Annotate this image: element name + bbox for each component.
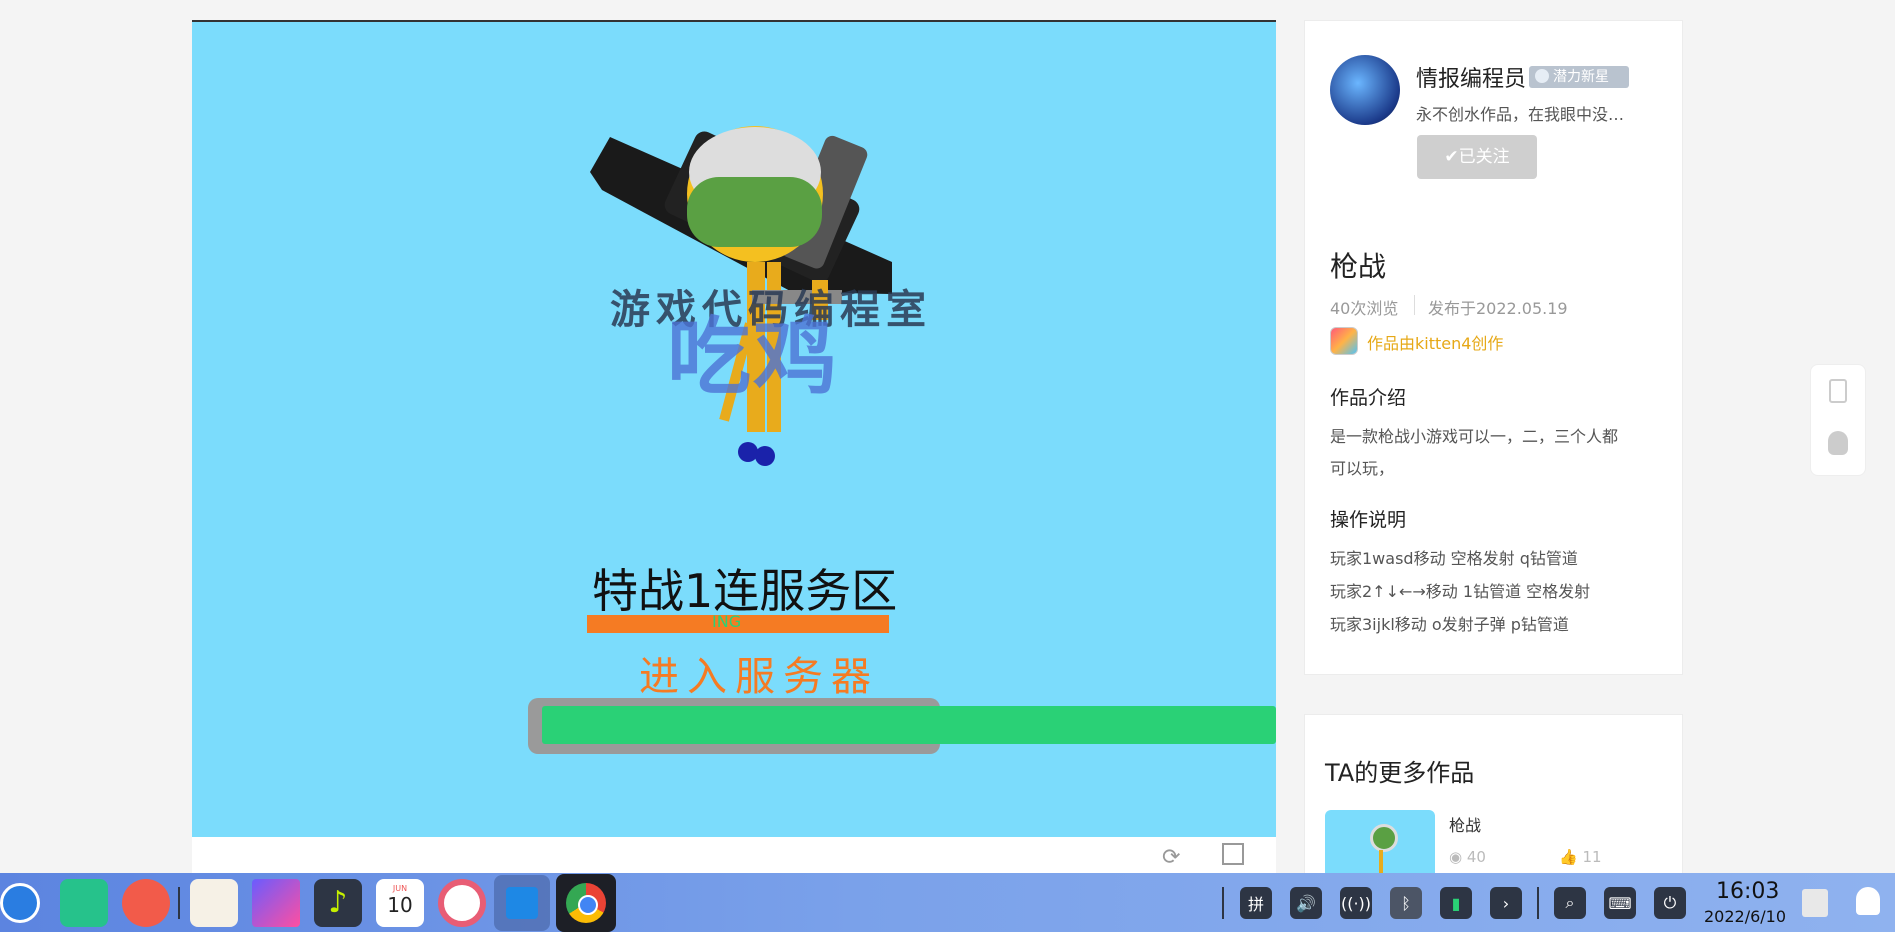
made-with-link[interactable]: 作品由kitten4创作 [1367,330,1503,354]
shield-icon [1535,69,1549,83]
clock-date[interactable]: 2022/6/10 [1704,907,1786,926]
tray-divider-2 [1537,887,1539,919]
game-stage[interactable]: 游戏代码编程室 吃鸡 特战1连服务区 ING 进入服务器 [192,20,1276,839]
image-viewer-icon[interactable] [190,879,238,927]
trash-icon[interactable] [1802,889,1828,917]
ime-indicator[interactable]: 拼 [1240,887,1272,919]
game-character-art [528,126,1276,754]
view-count: 40次浏览 [1330,299,1399,318]
battery-icon[interactable]: ▮ [1440,887,1472,919]
more-work-views: ◉ 40 [1449,848,1486,866]
kitten-icon [1330,327,1358,355]
enter-server-button[interactable]: 进入服务器 [639,644,879,702]
follow-button[interactable]: ✔已关注 [1417,135,1537,179]
progress-fill [542,706,1276,744]
qq-icon[interactable] [1828,431,1848,455]
more-work-likes-value: 11 [1582,848,1602,866]
volume-icon[interactable]: 🔊 [1290,887,1322,919]
calendar-icon[interactable]: JUN 10 [376,879,424,927]
server-status: ING [712,612,742,631]
meta-divider [1414,295,1415,315]
vscode-icon[interactable] [494,875,550,931]
character-foot-right [755,446,775,466]
music-player-icon[interactable]: ♪ [314,879,362,927]
controls-heading: 操作说明 [1330,509,1407,531]
thumbs-up-icon: 👍 [1559,848,1578,866]
chevron-right-icon[interactable]: › [1490,887,1522,919]
character-visor [687,177,822,247]
keyboard-icon[interactable]: ⌨ [1604,887,1636,919]
follow-button-label: 已关注 [1458,147,1510,167]
notification-bell-icon[interactable] [1856,887,1880,915]
watermark-big: 吃鸡 [667,308,840,406]
control-line-3: 玩家3ijkl移动 o发射子弹 p钻管道 [1330,615,1569,634]
author-card: 情报编程员 潜力新星 永不创水作品，在我眼中没… ✔已关注 [1304,20,1683,207]
chrome-icon[interactable] [556,874,616,932]
check-icon: ✔ [1444,147,1459,167]
more-works-card: TA的更多作品 枪战 ◉ 40 👍 11 [1304,714,1683,875]
calendar-day: 10 [387,893,413,917]
author-bio: 永不创水作品，在我眼中没… [1416,105,1625,124]
more-work-views-value: 40 [1466,848,1486,866]
tablet-icon[interactable] [1829,379,1847,403]
avatar[interactable] [1330,55,1400,125]
taskbar: ♪ JUN 10 拼 🔊 ((·)) ᛒ ▮ › ⌕ ⌨ ⏻ 16:03 202… [0,873,1895,932]
thumbnail-character [1370,824,1398,852]
game-controls-bar: ⟳ [192,837,1276,873]
author-name[interactable]: 情报编程员 [1416,61,1526,93]
eye-icon: ◉ [1449,848,1463,866]
intro-text-line2: 可以玩， [1330,459,1395,478]
video-player-icon[interactable] [252,879,300,927]
more-work-thumbnail[interactable] [1325,810,1435,874]
search-icon[interactable]: ⌕ [1554,887,1586,919]
intro-heading: 作品介绍 [1330,387,1407,409]
calendar-month: JUN [392,884,408,893]
control-line-2: 玩家2↑↓←→移动 1钻管道 空格发射 [1330,582,1591,601]
file-manager-icon[interactable] [60,879,108,927]
launcher-icon[interactable] [0,883,40,923]
clock-time[interactable]: 16:03 [1716,879,1779,904]
more-work-title[interactable]: 枪战 [1449,812,1481,836]
author-badge-label: 潜力新星 [1553,69,1609,85]
screen-recorder-icon[interactable] [122,879,170,927]
author-badge: 潜力新星 [1529,66,1629,88]
power-icon[interactable]: ⏻ [1654,887,1686,919]
bluetooth-icon[interactable]: ᛒ [1390,887,1422,919]
taskbar-divider [178,887,180,919]
refresh-icon[interactable]: ⟳ [1162,845,1180,870]
server-title: 特战1连服务区 [592,564,898,618]
intro-text-line1: 是一款枪战小游戏可以一，二，三个人都 [1330,427,1619,446]
settings-icon[interactable] [438,879,486,927]
work-info-card: 枪战 40次浏览 发布于2022.05.19 作品由kitten4创作 作品介绍… [1304,205,1683,675]
more-works-heading: TA的更多作品 [1325,759,1475,787]
control-line-1: 玩家1wasd移动 空格发射 q钻管道 [1330,549,1578,568]
network-icon[interactable]: ((·)) [1340,887,1372,919]
character-foot-left [738,442,758,462]
work-title: 枪战 [1330,250,1387,283]
more-work-likes: 👍 11 [1559,848,1602,866]
fullscreen-icon[interactable] [1222,843,1244,865]
publish-date: 发布于2022.05.19 [1428,299,1568,318]
floating-toolbar [1810,364,1866,476]
tray-divider [1222,887,1224,919]
